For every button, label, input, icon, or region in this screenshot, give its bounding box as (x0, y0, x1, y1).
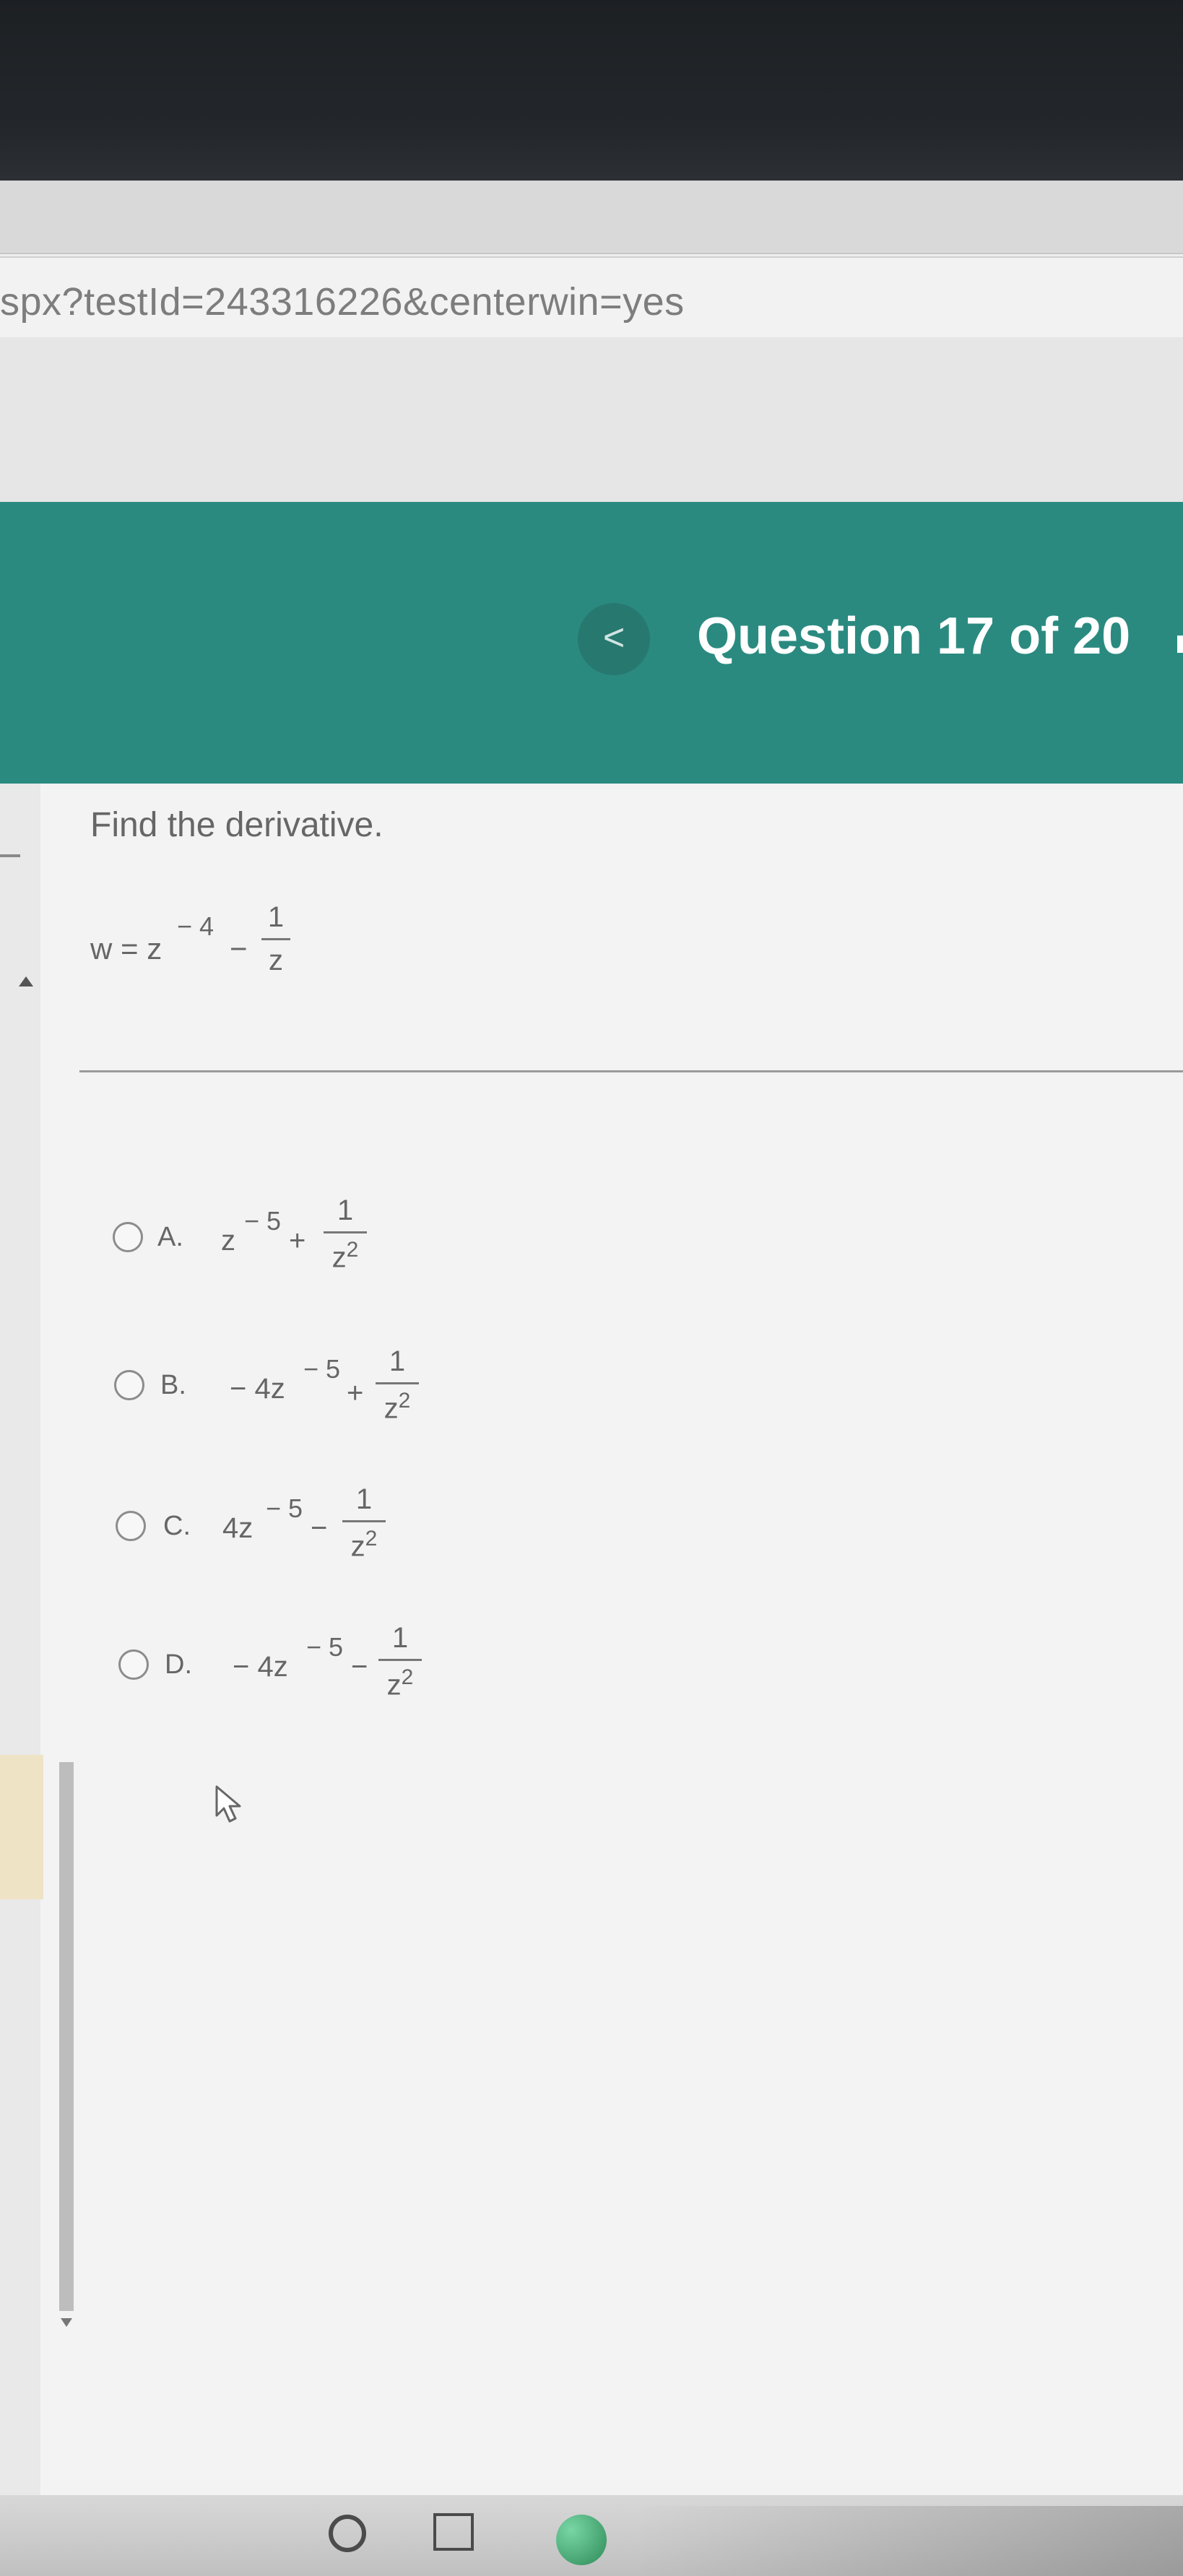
previous-question-button[interactable]: < (578, 603, 650, 675)
option-term-exponent: − 5 (244, 1206, 282, 1236)
scroll-up-arrow-icon[interactable] (19, 976, 33, 986)
option-term: z (221, 1225, 235, 1257)
fraction-denominator: z (269, 945, 283, 976)
chevron-left-icon: < (602, 617, 625, 659)
option-operator: − (311, 1512, 328, 1544)
page-top-area (0, 337, 1183, 502)
question-counter: Question 17 of 20 (697, 607, 1131, 665)
option-fraction: 1 z2 (324, 1194, 367, 1274)
next-question-button[interactable] (1177, 636, 1183, 653)
monitor-bezel (0, 0, 1183, 181)
option-fraction: 1 z2 (342, 1483, 386, 1563)
address-bar[interactable]: spx?testId=243316226&centerwin=yes (0, 256, 1183, 339)
fraction-denominator: z2 (384, 1389, 411, 1425)
option-letter: A. (157, 1222, 183, 1252)
answer-option-d[interactable]: D. − 4z − 5 − 1 z2 (0, 1612, 506, 1727)
equation-operator: − (230, 932, 248, 966)
section-divider (79, 1070, 1183, 1072)
option-term-exponent: − 5 (266, 1493, 303, 1523)
scrollbar[interactable] (59, 1762, 74, 2311)
browser-tab-strip (0, 181, 1183, 254)
answer-option-c[interactable]: C. 4z − 5 − 1 z2 (0, 1473, 506, 1589)
fraction-numerator: 1 (355, 1483, 373, 1515)
side-panel-strip (0, 1755, 43, 1899)
answer-option-a[interactable]: A. z − 5 + 1 z2 (0, 1184, 506, 1300)
option-operator: + (289, 1225, 306, 1257)
scroll-down-arrow-icon[interactable] (61, 2318, 72, 2327)
app-taskbar-icon[interactable] (556, 2515, 607, 2565)
radio-button-b[interactable] (114, 1370, 144, 1400)
equation-lhs-exponent: − 4 (177, 911, 214, 941)
option-term-exponent: − 5 (306, 1632, 344, 1662)
option-term: 4z (222, 1512, 254, 1544)
search-icon[interactable] (329, 2515, 366, 2552)
option-letter: D. (165, 1649, 192, 1680)
fraction-numerator: 1 (267, 901, 285, 933)
gutter-tick (0, 854, 20, 857)
option-fraction: 1 z2 (378, 1622, 422, 1701)
option-term-exponent: − 5 (303, 1354, 341, 1384)
taskbar-shadow (636, 2506, 1183, 2576)
option-term: − 4z (233, 1651, 288, 1683)
option-letter: B. (160, 1370, 186, 1400)
fraction-denominator: z2 (350, 1527, 378, 1563)
fraction-numerator: 1 (391, 1622, 409, 1654)
option-fraction: 1 z2 (376, 1345, 419, 1425)
question-prompt: Find the derivative. (90, 806, 384, 844)
radio-button-a[interactable] (113, 1222, 143, 1252)
task-view-icon[interactable] (433, 2513, 474, 2551)
option-operator: + (347, 1377, 364, 1409)
option-letter: C. (163, 1511, 191, 1541)
fraction-bar (378, 1659, 422, 1661)
fraction-denominator: z2 (332, 1238, 359, 1274)
fraction-bar (261, 938, 290, 940)
url-text: spx?testId=243316226&centerwin=yes (0, 280, 685, 324)
fraction-numerator: 1 (389, 1345, 406, 1377)
fraction-denominator: z2 (386, 1665, 414, 1701)
equation-lhs: w = z (90, 932, 162, 966)
fraction-numerator: 1 (337, 1194, 354, 1226)
option-term: − 4z (230, 1373, 285, 1405)
mouse-pointer-icon (215, 1785, 241, 1823)
radio-button-d[interactable] (118, 1649, 149, 1680)
fraction-bar (376, 1382, 419, 1384)
equation-fraction: 1 z (261, 901, 290, 977)
radio-button-c[interactable] (116, 1511, 146, 1541)
option-operator: − (351, 1651, 368, 1683)
fraction-bar (342, 1520, 386, 1522)
answer-option-b[interactable]: B. − 4z − 5 + 1 z2 (0, 1332, 506, 1448)
fraction-bar (324, 1231, 367, 1233)
